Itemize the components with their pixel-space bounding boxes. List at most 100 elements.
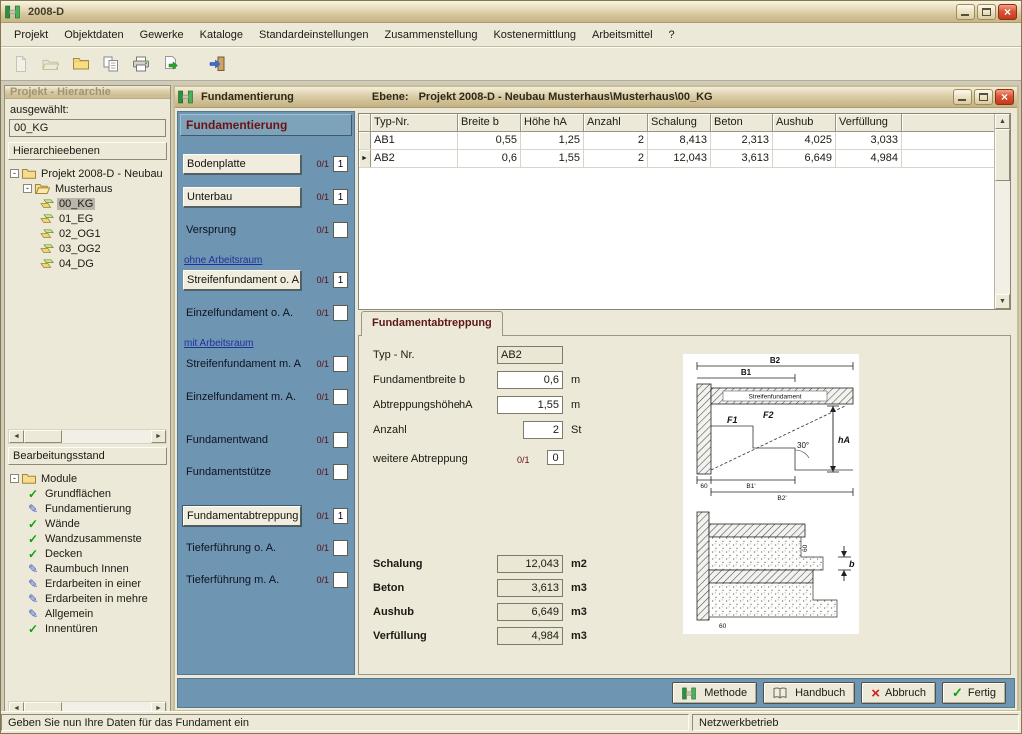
app-titlebar[interactable]: 2008-D [1,1,1021,23]
column-header-hoehe[interactable]: Höhe hA [521,114,584,132]
bodenplatte-button[interactable]: Bodenplatte [183,154,301,174]
module-item-erdarbeiten-2[interactable]: Erdarbeiten in mehre [8,591,167,606]
scroll-thumb[interactable] [24,430,62,443]
module-close-button[interactable] [995,89,1014,105]
print-icon[interactable] [129,52,153,76]
close-button[interactable] [998,4,1017,20]
collapse-icon[interactable] [10,169,19,178]
count-box[interactable] [333,222,348,238]
row-selector[interactable] [359,132,371,149]
tree-item-level-00kg[interactable]: 00_KG [8,196,167,211]
module-item-waende[interactable]: Wände [8,516,167,531]
tieferfuehrung-ma-label[interactable]: Tieferführung m. A. [183,570,301,590]
fundamentbreite-input[interactable]: 0,6 [497,371,563,389]
scroll-down-button[interactable] [995,294,1010,309]
tieferfuehrung-oa-label[interactable]: Tieferführung o. A. [183,538,301,558]
count-box[interactable] [333,540,348,556]
module-item-innentueren[interactable]: Innentüren [8,621,167,636]
tree-item-level-01eg[interactable]: 01_EG [8,211,167,226]
open-project-icon[interactable] [39,52,63,76]
menu-item-zusammenstellung[interactable]: Zusammenstellung [377,26,486,44]
methode-button[interactable]: Methode [672,682,757,704]
versprung-label[interactable]: Versprung [183,220,301,240]
module-item-allgemein[interactable]: Allgemein [8,606,167,621]
menu-item-gewerke[interactable]: Gewerke [132,26,192,44]
tree-item-level-04dg[interactable]: 04_DG [8,256,167,271]
weitere-abtreppung-input[interactable]: 0 [547,450,564,465]
scroll-track[interactable] [62,430,151,443]
fundamentwand-label[interactable]: Fundamentwand [183,430,301,450]
einzelfundament-oa-label[interactable]: Einzelfundament o. A. [183,303,301,323]
column-header-anzahl[interactable]: Anzahl [584,114,648,132]
hierarchy-panel-title[interactable]: Projekt - Hierarchie [5,86,170,99]
scroll-left-button[interactable] [9,430,24,443]
collapse-icon[interactable] [10,474,19,483]
count-box[interactable]: 1 [333,508,348,524]
handbuch-button[interactable]: Handbuch [763,682,855,704]
maximize-button[interactable] [977,4,996,20]
scroll-thumb[interactable] [995,129,1010,181]
module-item-wandzusammenstellung[interactable]: Wandzusammenste [8,531,167,546]
hierarchy-levels-header[interactable]: Hierarchieebenen [8,142,167,160]
module-minimize-button[interactable] [953,89,972,105]
export-icon[interactable] [159,52,183,76]
table-row-ab2-selected[interactable]: AB2 0,6 1,55 2 12,043 3,613 6,649 4,984 [359,150,994,168]
copy-icon[interactable] [99,52,123,76]
menu-item-kataloge[interactable]: Kataloge [192,26,251,44]
scroll-right-button[interactable] [151,430,166,443]
count-box[interactable] [333,572,348,588]
exit-icon[interactable] [205,52,229,76]
current-row-marker-icon[interactable] [359,150,371,167]
streifenfundament-oa-button[interactable]: Streifenfundament o. A. [183,270,301,290]
collapse-icon[interactable] [23,184,32,193]
module-item-erdarbeiten-1[interactable]: Erdarbeiten in einer [8,576,167,591]
abtreppungshoehe-input[interactable]: 1,55 [497,396,563,414]
column-header-aushub[interactable]: Aushub [773,114,836,132]
column-header-typ[interactable]: Typ-Nr. [371,114,458,132]
minimize-button[interactable] [956,4,975,20]
count-box[interactable] [333,305,348,321]
column-header-verfuellung[interactable]: Verfüllung [836,114,902,132]
menu-item-arbeitsmittel[interactable]: Arbeitsmittel [584,26,661,44]
menu-item-objektdaten[interactable]: Objektdaten [56,26,131,44]
column-header-breite[interactable]: Breite b [458,114,521,132]
tree-item-module-root[interactable]: Module [8,471,167,486]
menu-item-standardeinstellungen[interactable]: Standardeinstellungen [251,26,376,44]
scroll-up-button[interactable] [995,114,1010,129]
count-box[interactable] [333,389,348,405]
module-item-fundamentierung[interactable]: Fundamentierung [8,501,167,516]
count-box[interactable]: 1 [333,156,348,172]
count-box[interactable] [333,464,348,480]
fundamentabtreppung-button[interactable]: Fundamentabtreppung [183,506,301,526]
count-box[interactable] [333,356,348,372]
unterbau-button[interactable]: Unterbau [183,187,301,207]
tree-item-level-03og2[interactable]: 03_OG2 [8,241,167,256]
abbruch-button[interactable]: Abbruch [861,682,936,704]
module-titlebar[interactable]: Fundamentierung Ebene:Projekt 2008-D - N… [175,87,1017,108]
hierarchy-hscrollbar[interactable] [8,429,167,444]
new-document-icon[interactable] [9,52,33,76]
fertig-button[interactable]: Fertig [942,682,1006,704]
progress-header[interactable]: Bearbeitungsstand [8,447,167,465]
streifenfundament-ma-label[interactable]: Streifenfundament m. A. [183,354,301,374]
tree-item-musterhaus[interactable]: Musterhaus [8,181,167,196]
count-box[interactable]: 1 [333,272,348,288]
tree-item-project-root[interactable]: Projekt 2008-D - Neubau [8,166,167,181]
menu-item-projekt[interactable]: Projekt [6,26,56,44]
table-vscrollbar[interactable] [994,114,1010,309]
fundamentstuetze-label[interactable]: Fundamentstütze [183,462,301,482]
einzelfundament-ma-label[interactable]: Einzelfundament m. A. [183,387,301,407]
module-item-grundflaechen[interactable]: Grundflächen [8,486,167,501]
table-row-ab1[interactable]: AB1 0,55 1,25 2 8,413 2,313 4,025 3,033 [359,132,994,150]
anzahl-input[interactable]: 2 [523,421,563,439]
count-box[interactable]: 1 [333,189,348,205]
module-item-raumbuch-innen[interactable]: Raumbuch Innen [8,561,167,576]
column-header-schalung[interactable]: Schalung [648,114,711,132]
count-box[interactable] [333,432,348,448]
tree-item-level-02og1[interactable]: 02_OG1 [8,226,167,241]
tab-fundamentabtreppung[interactable]: Fundamentabtreppung [361,311,503,336]
folder-icon[interactable] [69,52,93,76]
scroll-track[interactable] [995,181,1010,294]
module-maximize-button[interactable] [974,89,993,105]
column-header-beton[interactable]: Beton [711,114,773,132]
